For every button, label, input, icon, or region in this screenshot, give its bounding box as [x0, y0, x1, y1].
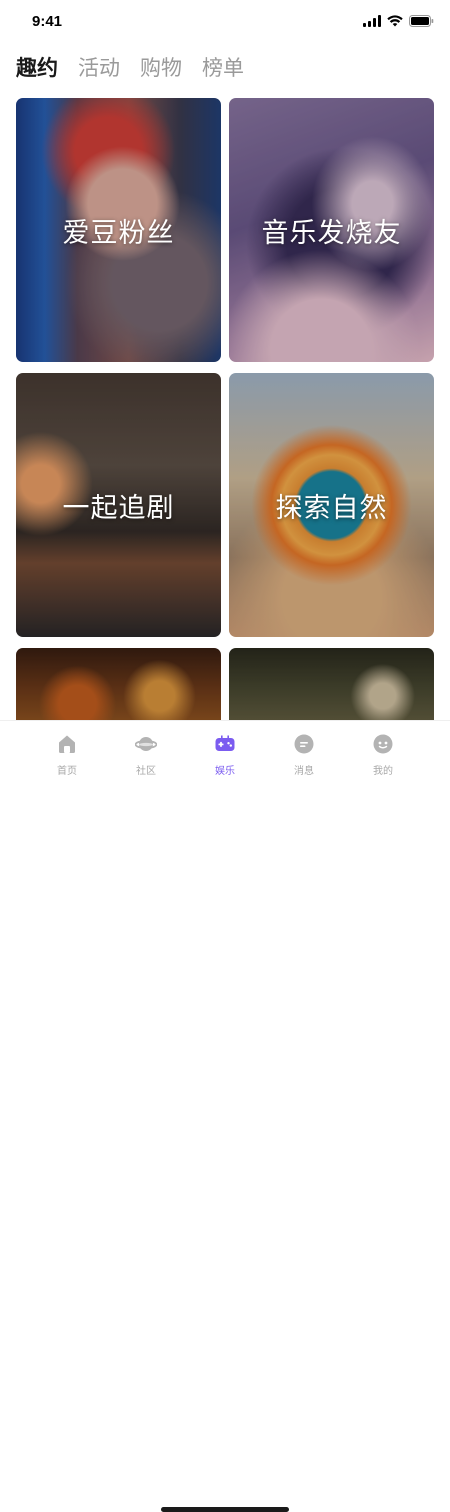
wifi-icon: [387, 15, 403, 27]
battery-icon: [409, 15, 434, 27]
card-gathering-partial[interactable]: [229, 648, 434, 728]
card-watch-dramas[interactable]: 一起追剧: [16, 373, 221, 637]
nav-entertainment[interactable]: 娱乐: [195, 733, 255, 777]
profile-face-icon: [373, 734, 393, 754]
chat-icon: [294, 734, 314, 754]
tab-activities[interactable]: 活动: [78, 52, 120, 82]
tab-rankings[interactable]: 榜单: [202, 52, 244, 82]
card-food-partial[interactable]: [16, 648, 221, 728]
tab-quyue[interactable]: 趣约: [16, 52, 58, 82]
nav-label: 我的: [373, 766, 393, 777]
category-tabs: 趣约 活动 购物 榜单: [16, 52, 244, 82]
card-image: [229, 648, 434, 728]
nav-label: 娱乐: [215, 766, 235, 777]
gamepad-icon: [215, 735, 235, 751]
nav-label: 消息: [294, 766, 314, 777]
status-icons: [363, 15, 434, 27]
card-label: 爱豆粉丝: [62, 217, 175, 249]
planet-icon: [135, 737, 157, 751]
nav-label: 首页: [57, 766, 77, 777]
card-explore-nature[interactable]: 探索自然: [229, 373, 434, 637]
tab-shopping[interactable]: 购物: [140, 52, 182, 82]
card-label: 探索自然: [275, 492, 388, 524]
home-icon: [59, 735, 75, 753]
status-time: 9:41: [32, 13, 63, 30]
nav-home[interactable]: 首页: [37, 733, 97, 777]
card-image: [16, 648, 221, 728]
home-indicator: [161, 1507, 289, 1512]
card-music-lovers[interactable]: 音乐发烧友: [229, 98, 434, 362]
bottom-navigation: 首页 社区 娱乐 消息 我的: [0, 720, 450, 1512]
nav-profile[interactable]: 我的: [353, 733, 413, 777]
status-bar: 9:41: [0, 0, 450, 44]
cellular-signal-icon: [363, 15, 381, 27]
nav-messages[interactable]: 消息: [274, 733, 334, 777]
card-idol-fans[interactable]: 爱豆粉丝: [16, 98, 221, 362]
nav-label: 社区: [136, 766, 156, 777]
nav-community[interactable]: 社区: [116, 733, 176, 777]
card-label: 一起追剧: [62, 492, 175, 524]
card-label: 音乐发烧友: [261, 217, 402, 249]
